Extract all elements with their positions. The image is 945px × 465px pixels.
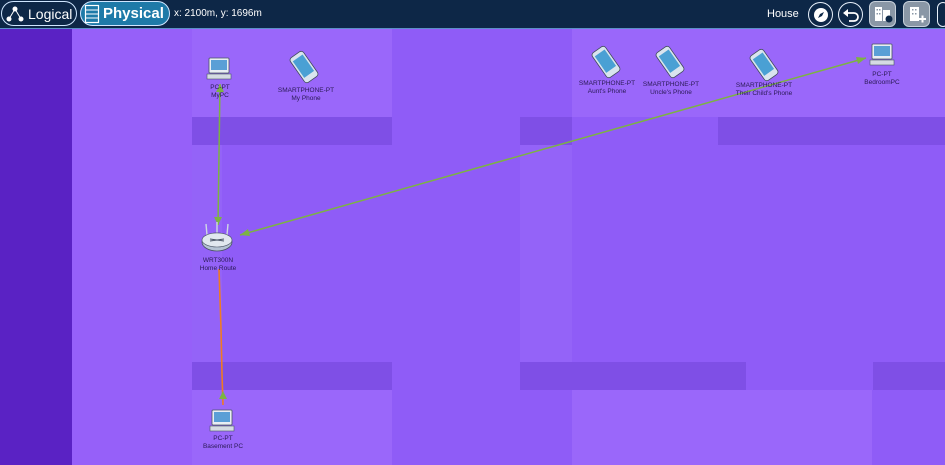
device-mypc[interactable] xyxy=(205,55,235,81)
wall-segment xyxy=(873,362,945,390)
device-type: SMARTPHONE-PT xyxy=(735,82,793,89)
device-name: My Phone xyxy=(291,95,321,102)
device-name: Uncle's Phone xyxy=(650,89,692,96)
device-myphone[interactable] xyxy=(290,49,320,85)
undo-arrow-icon xyxy=(842,8,859,22)
device-label-child: SMARTPHONE-PT Their Child's Phone xyxy=(736,82,793,98)
device-label-router: WRT300N Home Route xyxy=(200,257,237,273)
logical-view-label: Logical xyxy=(28,5,73,22)
device-name: Their Child's Phone xyxy=(735,90,793,97)
device-type: SMARTPHONE-PT xyxy=(578,80,636,87)
device-type: PC-PT xyxy=(872,71,892,78)
device-label-uncle: SMARTPHONE-PT Uncle's Phone xyxy=(643,81,699,97)
device-child-phone[interactable] xyxy=(750,48,780,82)
physical-workspace[interactable]: PC-PT MyPC SMARTPHONE-PT My Phone SMARTP… xyxy=(0,29,945,465)
wall-segment xyxy=(192,117,392,145)
physical-view-button[interactable]: Physical xyxy=(80,1,170,26)
compass-icon xyxy=(813,7,828,22)
device-label-mypc: PC-PT MyPC xyxy=(210,84,230,100)
navigation-button[interactable] xyxy=(808,2,833,27)
sidebar-panel xyxy=(0,29,72,465)
device-name: Basement PC xyxy=(202,443,244,450)
device-basement-pc[interactable] xyxy=(208,407,238,433)
wall-segment xyxy=(718,117,945,145)
device-label-aunt: SMARTPHONE-PT Aunt's Phone xyxy=(579,80,635,96)
device-bedroom-pc[interactable] xyxy=(868,41,898,69)
add-building-icon xyxy=(909,7,926,23)
physical-building-icon xyxy=(84,4,100,23)
add-container-button[interactable] xyxy=(903,1,930,27)
cursor-coordinates: x: 2100m, y: 1696m xyxy=(174,8,262,19)
device-type: WRT300N xyxy=(202,257,234,264)
device-label-basement: PC-PT Basement PC xyxy=(203,435,243,451)
device-label-myphone: SMARTPHONE-PT My Phone xyxy=(278,87,334,103)
device-type: SMARTPHONE-PT xyxy=(642,81,700,88)
device-name: BedroomPC xyxy=(864,79,900,86)
device-home-router[interactable] xyxy=(199,221,235,253)
building-cluster-icon xyxy=(874,7,892,23)
device-name: Aunt's Phone xyxy=(587,88,627,95)
device-aunt-phone[interactable] xyxy=(592,45,622,79)
device-type: SMARTPHONE-PT xyxy=(277,87,335,94)
current-location-label: House xyxy=(767,8,799,20)
device-type: PC-PT xyxy=(210,84,230,91)
device-uncle-phone[interactable] xyxy=(656,45,686,79)
device-label-bedroom: PC-PT BedroomPC xyxy=(864,71,899,87)
top-toolbar: Logical Physical x: 2100m, y: 1696m Hous… xyxy=(0,0,945,29)
workspace-floorplan xyxy=(0,29,945,465)
logical-view-button[interactable]: Logical xyxy=(1,1,77,26)
device-name: Home Route xyxy=(199,265,237,272)
wall-segment xyxy=(520,117,572,145)
back-button[interactable] xyxy=(838,2,863,27)
device-type: PC-PT xyxy=(213,435,233,442)
device-name: MyPC xyxy=(211,92,229,99)
logical-topology-icon xyxy=(6,6,24,21)
wall-segment xyxy=(520,362,746,390)
physical-view-label: Physical xyxy=(103,5,164,22)
overflow-button[interactable] xyxy=(937,2,945,27)
new-cluster-button[interactable] xyxy=(869,1,896,27)
